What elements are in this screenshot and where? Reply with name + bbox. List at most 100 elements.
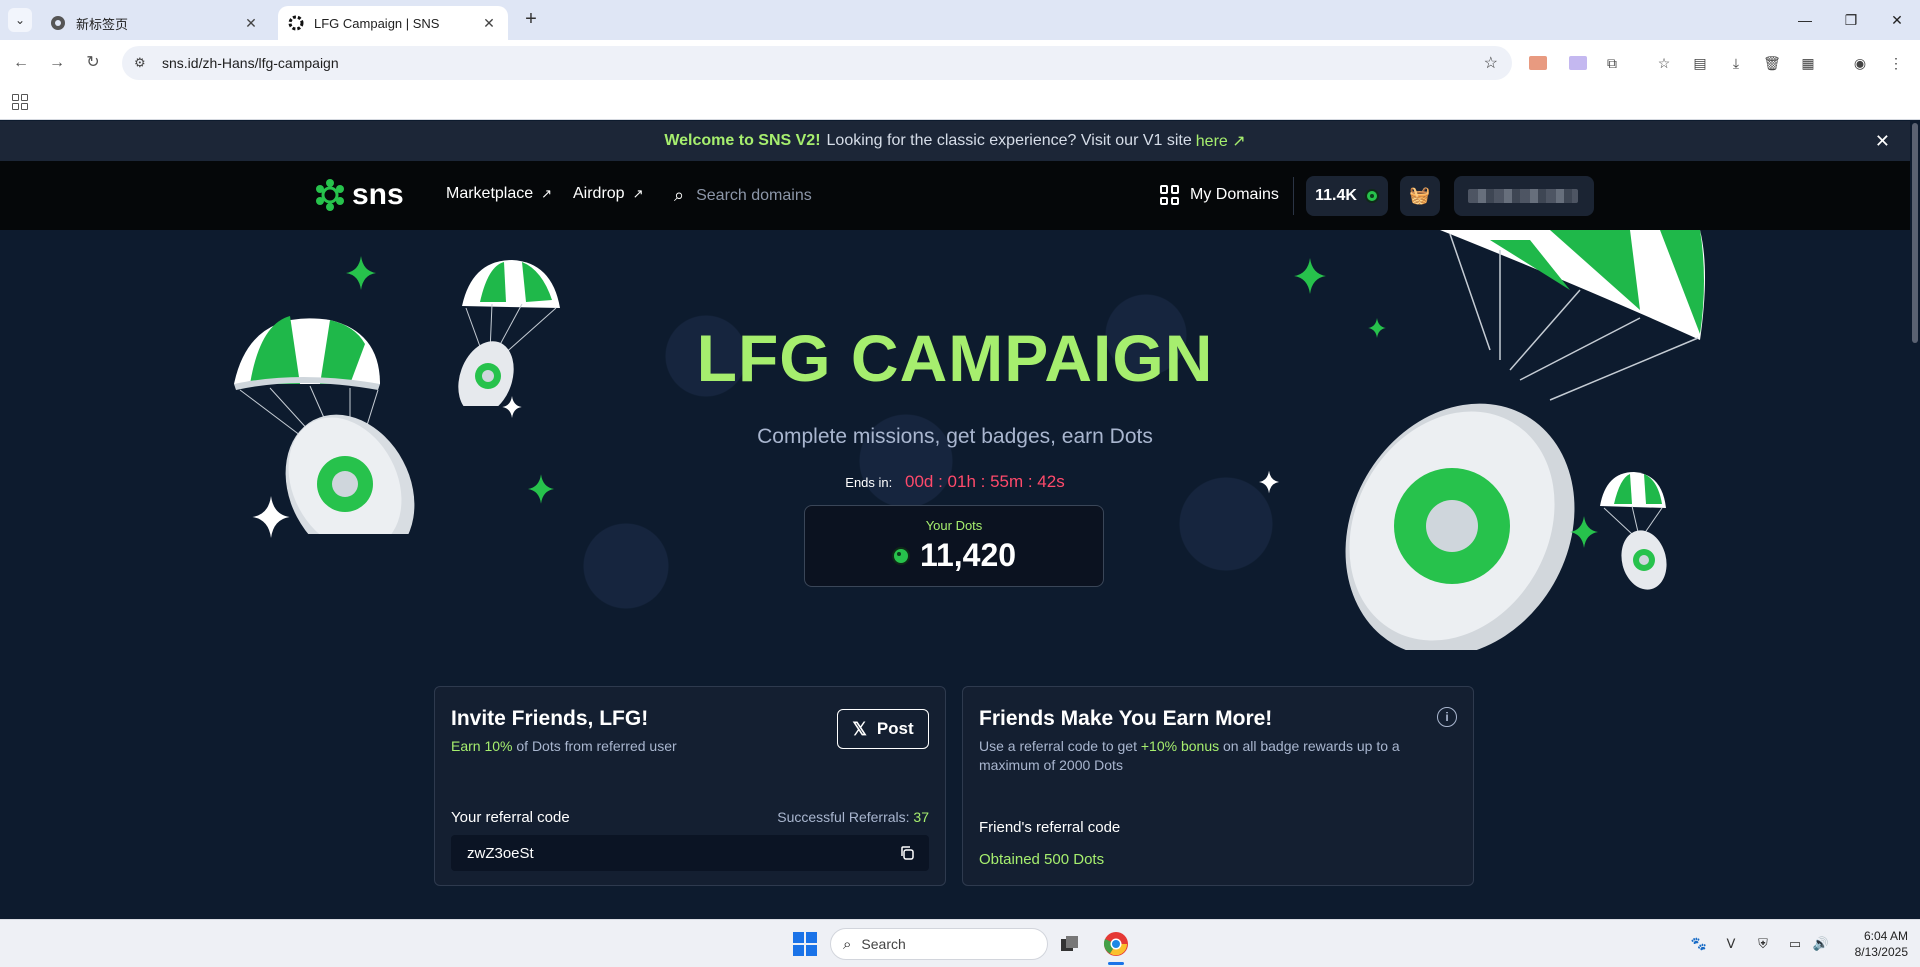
- bookmark-star-icon[interactable]: ☆: [1484, 53, 1498, 73]
- system-clock[interactable]: 6:04 AM 8/13/2025: [1838, 928, 1908, 960]
- blurred-wallet-address: [1468, 189, 1578, 203]
- active-app-indicator: [1108, 962, 1124, 965]
- dot-token-icon: [891, 546, 910, 565]
- invite-subtitle: Earn 10% of Dots from referred user: [451, 737, 677, 756]
- address-bar[interactable]: ⚙ sns.id/zh-Hans/lfg-campaign ☆: [122, 46, 1512, 80]
- close-tab-icon[interactable]: ✕: [480, 15, 498, 32]
- banner-close-icon[interactable]: ✕: [1875, 131, 1890, 152]
- tab-lfg-campaign[interactable]: LFG Campaign | SNS ✕: [278, 6, 508, 40]
- your-dots-value-row: 11,420: [805, 537, 1103, 574]
- dots-balance: 11.4K: [1315, 187, 1357, 204]
- sparkle-white-icon: [252, 496, 290, 538]
- tab-title: LFG Campaign | SNS: [314, 15, 440, 31]
- bookmarks-bar: [0, 86, 1920, 120]
- site-info-icon[interactable]: ⚙: [134, 55, 152, 71]
- download-icon[interactable]: ⤓: [1726, 53, 1746, 73]
- url-text: sns.id/zh-Hans/lfg-campaign: [162, 55, 339, 71]
- referral-code-value: zwZ3oeSt: [467, 844, 534, 862]
- banner-link-text[interactable]: here: [1196, 133, 1228, 150]
- my-domains-button[interactable]: My Domains: [1160, 185, 1279, 205]
- tray-app-icon[interactable]: 🐾: [1690, 936, 1708, 952]
- domain-search[interactable]: ⌕ Search domains: [674, 185, 812, 206]
- windows-taskbar: ⌕ Search 🐾 ᐯ ⛨ ▭ 🔊 6:04 AM 8/13/2025: [0, 919, 1920, 967]
- campaign-subtitle: Complete missions, get badges, earn Dots: [757, 425, 1153, 448]
- reload-icon[interactable]: ↻: [82, 52, 104, 74]
- dots-balance-button[interactable]: 11.4K: [1306, 176, 1388, 216]
- hero-section: LFG CAMPAIGN Complete missions, get badg…: [0, 230, 1910, 650]
- marketplace-link[interactable]: Marketplace ↗: [446, 185, 552, 203]
- successful-referrals-label: Successful Referrals:: [777, 809, 914, 825]
- taskbar-search-label: Search: [861, 936, 906, 952]
- airdrop-label: Airdrop: [573, 185, 625, 202]
- bonus-highlight: +10% bonus: [1140, 738, 1220, 754]
- countdown-label: Ends in:: [845, 475, 893, 490]
- referral-code-field[interactable]: zwZ3oeSt: [451, 835, 929, 871]
- referral-code-label: Your referral code: [451, 809, 570, 826]
- post-label: Post: [876, 719, 914, 738]
- banner-highlight: Welcome to SNS V2!: [664, 132, 821, 149]
- sns-logo[interactable]: sns: [314, 178, 404, 212]
- tab-title: 新标签页: [76, 16, 129, 32]
- delete-icon[interactable]: 🗑: [1762, 53, 1782, 73]
- external-link-icon: ↗: [541, 186, 553, 201]
- windows-start-icon[interactable]: [793, 932, 817, 956]
- grid-icon: [1160, 185, 1180, 205]
- post-on-x-button[interactable]: 𝕏 Post: [837, 709, 929, 749]
- info-icon[interactable]: i: [1437, 707, 1457, 727]
- search-icon: ⌕: [674, 185, 685, 205]
- tab-new-tab[interactable]: 新标签页 ✕: [40, 6, 270, 40]
- marketplace-label: Marketplace: [446, 185, 534, 202]
- cart-button[interactable]: 🧺: [1400, 176, 1440, 216]
- minimize-icon[interactable]: —: [1782, 0, 1828, 40]
- your-dots-card: Your Dots 11,420: [804, 505, 1104, 587]
- earn-rest: of Dots from referred user: [512, 738, 677, 754]
- tray-shield-icon[interactable]: ⛨: [1754, 936, 1772, 952]
- banner-v1-link[interactable]: here ↗: [1196, 131, 1246, 151]
- airdrop-link[interactable]: Airdrop ↗: [573, 185, 643, 203]
- new-tab-button[interactable]: +: [520, 9, 542, 31]
- wallet-button[interactable]: [1454, 176, 1594, 216]
- tab-search-button[interactable]: ⌄: [8, 8, 32, 32]
- external-link-icon: ↗: [632, 186, 644, 201]
- apps-grid-icon[interactable]: [12, 94, 28, 110]
- taskbar-search[interactable]: ⌕ Search: [830, 928, 1048, 960]
- volume-icon[interactable]: 🔊: [1812, 936, 1830, 952]
- basket-icon: 🧺: [1409, 186, 1431, 205]
- close-tab-icon[interactable]: ✕: [242, 15, 260, 32]
- qr-code-icon[interactable]: ▦: [1798, 53, 1818, 73]
- nav-divider: [1293, 177, 1294, 215]
- dot-token-icon: [1364, 189, 1379, 203]
- extension-orange-icon[interactable]: [1528, 53, 1548, 73]
- successful-referrals-count: 37: [913, 809, 929, 825]
- invite-friends-card: Invite Friends, LFG! Earn 10% of Dots fr…: [434, 686, 946, 886]
- menu-icon[interactable]: ⋮: [1886, 53, 1906, 73]
- forward-icon[interactable]: →: [46, 52, 68, 74]
- scrollbar-thumb[interactable]: [1912, 123, 1918, 343]
- friends-description: Use a referral code to get +10% bonus on…: [979, 737, 1439, 775]
- chrome-icon: [50, 15, 66, 31]
- back-icon[interactable]: ←: [10, 52, 32, 74]
- v2-banner: Welcome to SNS V2! Looking for the class…: [0, 121, 1910, 161]
- countdown-value: 00d : 01h : 55m : 42s: [905, 472, 1065, 491]
- window-close-icon[interactable]: ✕: [1874, 0, 1920, 40]
- copy-icon[interactable]: [899, 845, 915, 861]
- sns-logo-icon: [316, 179, 344, 211]
- tray-vscode-icon[interactable]: ᐯ: [1722, 936, 1740, 952]
- favorites-icon[interactable]: ☆: [1654, 53, 1674, 73]
- search-icon: ⌕: [843, 935, 852, 953]
- extensions-puzzle-icon[interactable]: ⧉: [1602, 53, 1622, 73]
- sparkle-green-icon: [1570, 516, 1598, 548]
- network-icon[interactable]: ▭: [1786, 936, 1804, 952]
- restore-icon[interactable]: ❐: [1828, 0, 1874, 40]
- profile-icon[interactable]: ◉: [1850, 53, 1870, 73]
- banner-text: Looking for the classic experience? Visi…: [826, 132, 1192, 149]
- your-dots-value: 11,420: [919, 537, 1017, 573]
- extension-purple-icon[interactable]: [1568, 53, 1588, 73]
- my-domains-label: My Domains: [1190, 186, 1279, 203]
- reading-list-icon[interactable]: ▤: [1690, 53, 1710, 73]
- clock-time: 6:04 AM: [1863, 929, 1908, 943]
- obtained-dots: Obtained 500 Dots: [979, 851, 1105, 868]
- chrome-taskbar-icon[interactable]: [1100, 928, 1132, 960]
- page-scrollbar[interactable]: [1910, 121, 1920, 919]
- task-view-icon[interactable]: [1054, 928, 1086, 960]
